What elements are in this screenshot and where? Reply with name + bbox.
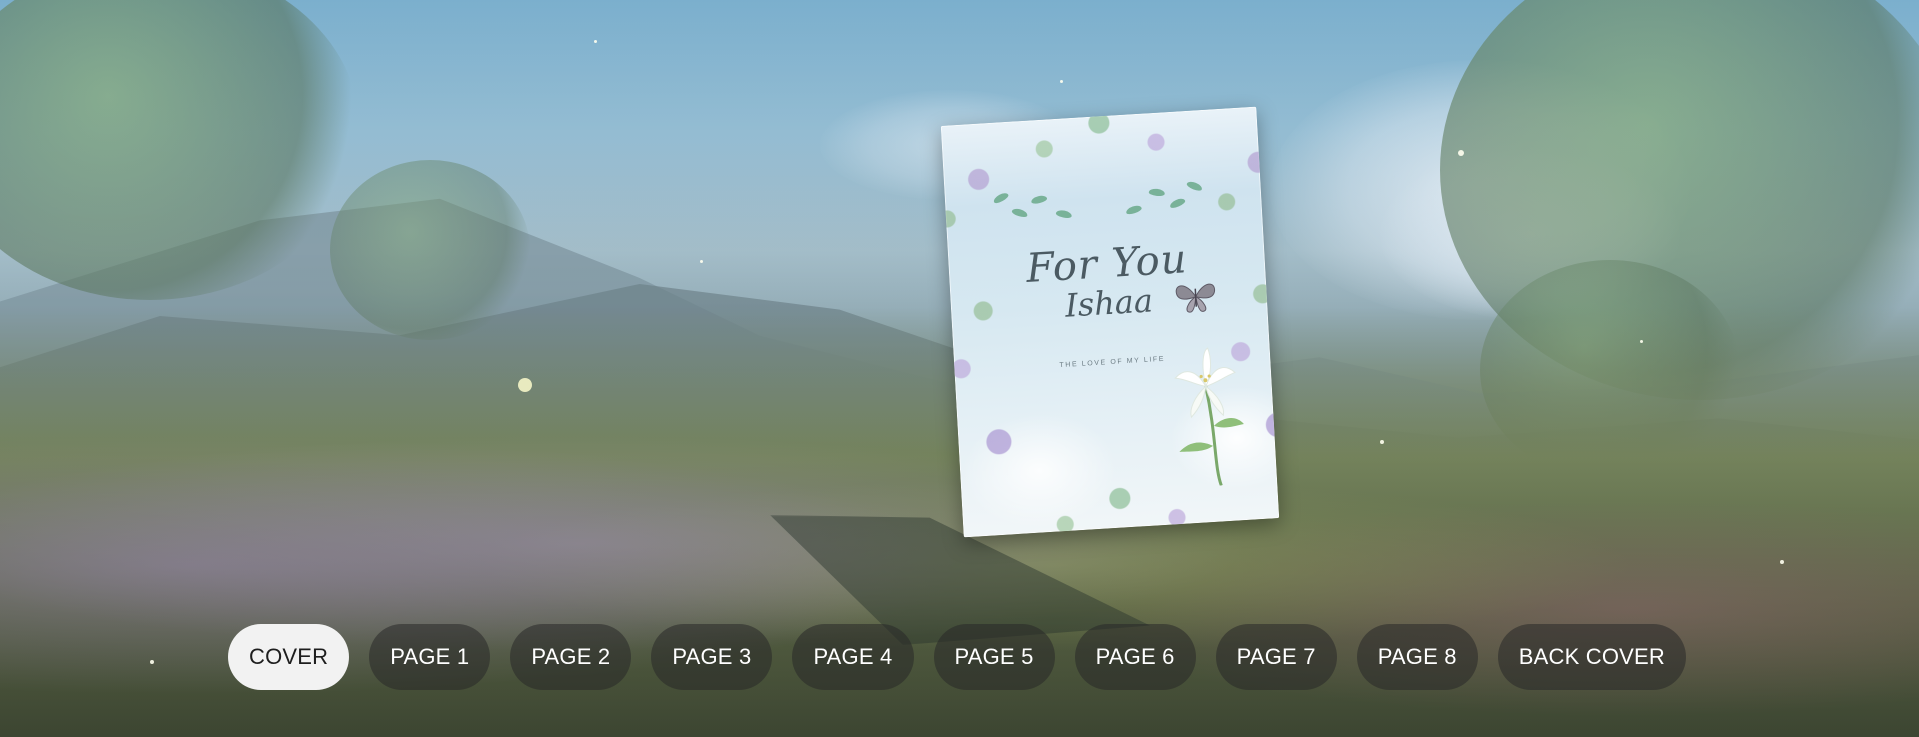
butterfly-icon bbox=[1175, 283, 1215, 313]
sparkle bbox=[1380, 440, 1384, 444]
sparkle bbox=[1780, 560, 1784, 564]
nav-button-cover[interactable]: COVER bbox=[228, 624, 350, 690]
nav-button-page-6[interactable]: PAGE 6 bbox=[1074, 624, 1196, 690]
book-cover[interactable]: For You Ishaa THE LOVE OF MY LIFE bbox=[940, 106, 1280, 538]
nav-button-page-3[interactable]: PAGE 3 bbox=[651, 624, 773, 690]
nav-button-page-7[interactable]: PAGE 7 bbox=[1215, 624, 1337, 690]
sparkle bbox=[1458, 150, 1464, 156]
nav-button-page-1[interactable]: PAGE 1 bbox=[369, 624, 491, 690]
lily-icon bbox=[1174, 347, 1244, 487]
nav-button-back-cover[interactable]: BACK COVER bbox=[1497, 624, 1687, 690]
nav-button-page-5[interactable]: PAGE 5 bbox=[933, 624, 1055, 690]
sparkle bbox=[1060, 80, 1063, 83]
nav-button-page-4[interactable]: PAGE 4 bbox=[792, 624, 914, 690]
page-navigation: COVER PAGE 1 PAGE 2 PAGE 3 PAGE 4 PAGE 5 PAGE … bbox=[228, 624, 1687, 690]
nav-button-page-8[interactable]: PAGE 8 bbox=[1356, 624, 1478, 690]
sparkle bbox=[1640, 340, 1643, 343]
sparkle bbox=[700, 260, 703, 263]
nav-button-page-2[interactable]: PAGE 2 bbox=[510, 624, 632, 690]
sparkle bbox=[150, 660, 154, 664]
sparkle bbox=[594, 40, 597, 43]
sparkle bbox=[518, 378, 532, 392]
book[interactable]: For You Ishaa THE LOVE OF MY LIFE bbox=[940, 106, 1308, 538]
